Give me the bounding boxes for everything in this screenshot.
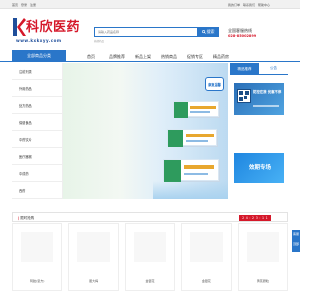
product-image	[133, 232, 167, 262]
product-image	[21, 232, 54, 262]
sidebar-item[interactable]: 保健食品	[12, 114, 62, 131]
float-back-to-top[interactable]: 顶部	[292, 242, 300, 246]
product-card[interactable]: 金银花	[124, 223, 176, 291]
search-input[interactable]	[95, 28, 197, 36]
hotline-number: 028-85002899	[228, 34, 257, 38]
promo-ad-2[interactable]: 效期专场	[234, 153, 284, 183]
product-image	[246, 232, 280, 262]
top-link-register[interactable]: 注册	[30, 3, 36, 7]
countdown-timer: 2 4 : 2 3 : 1 1	[239, 214, 271, 221]
product-card[interactable]: 金银花	[181, 223, 232, 291]
right-panel-tabs: 精品推荐 公告	[230, 63, 288, 75]
sidebar-item[interactable]: 外用药品	[12, 80, 62, 97]
nav-item-home[interactable]: 首页	[78, 54, 104, 60]
nav-item-pharmacy[interactable]: 精品药房	[208, 54, 234, 60]
sidebar-item[interactable]: 中成药	[12, 165, 62, 182]
nav-items: 首页 品牌推荐 新品上架 热销商品 促销专区 精品药房	[78, 54, 234, 60]
sidebar-item[interactable]: 医疗器械	[12, 148, 62, 165]
nav-item-brand[interactable]: 品牌推荐	[104, 54, 130, 60]
top-link-orders[interactable]: 我的订单	[228, 3, 240, 7]
product-box-image	[167, 129, 217, 147]
sidebar-item[interactable]: 中药饮片	[12, 131, 62, 148]
sidebar-item[interactable]: 处方药品	[12, 97, 62, 114]
search-button-label: 搜索	[206, 29, 215, 34]
nav-item-promo[interactable]: 促销专区	[182, 54, 208, 60]
main-nav: 全部商品分类 首页 品牌推荐 新品上架 热销商品 促销专区 精品药房	[0, 50, 300, 62]
sidebar-item[interactable]: 注射剂类	[12, 63, 62, 80]
product-card[interactable]: 胆大梅	[68, 223, 119, 291]
top-bar: 首页 登录 注册 我的订单 联系我们 帮助中心	[0, 0, 300, 9]
top-link-home[interactable]: 首页	[12, 3, 18, 7]
product-name: 黄芪颗粒	[256, 279, 269, 283]
product-name: 金银花	[145, 279, 155, 283]
product-card[interactable]: 黄芪颗粒	[237, 223, 289, 291]
banner-badge-text: 康复温馨	[208, 82, 221, 87]
top-link-help[interactable]: 帮助中心	[258, 3, 270, 7]
category-sidebar: 注射剂类 外用药品 处方药品 保健食品 中药饮片 医疗器械 中成药 西药	[12, 63, 63, 199]
promo-ad-1-text: 防控在我 优惠不停	[253, 90, 282, 94]
product-box-image	[163, 159, 219, 182]
product-name: 阿胶(复方)	[30, 279, 45, 283]
category-label: 全部商品分类	[27, 53, 51, 58]
top-link-contact[interactable]: 联系我们	[243, 3, 255, 7]
top-link-login[interactable]: 登录	[21, 3, 27, 7]
right-panel: 精品推荐 公告 防控在我 优惠不停 效期专场	[230, 63, 288, 199]
logo-url: www.kxkxyy.com	[16, 38, 62, 43]
logo-mark-icon	[13, 18, 26, 36]
top-links: 首页 登录 注册	[12, 3, 36, 7]
sidebar-item[interactable]: 西药	[12, 182, 62, 199]
product-name: 金银花	[201, 279, 211, 283]
tab-recommend[interactable]: 精品推荐	[230, 63, 259, 75]
flash-sale-title-text: 限时抢购	[20, 216, 35, 220]
nav-item-hot[interactable]: 热销商品	[156, 54, 182, 60]
search-icon	[201, 30, 206, 34]
promo-ad-2-text: 效期专场	[248, 165, 271, 171]
product-box-image	[173, 101, 219, 118]
search-button[interactable]: 搜索	[197, 27, 219, 37]
product-list: 阿胶(复方) 胆大梅 金银花 金银花 黄芪颗粒	[12, 223, 289, 291]
banner-wave-decoration	[153, 181, 228, 199]
tab-notice[interactable]: 公告	[259, 63, 288, 75]
hotline: 全国客服热线 028-85002899	[228, 28, 256, 38]
product-image	[77, 232, 110, 262]
search-box	[94, 27, 198, 37]
logo-name: 科欣医药	[26, 20, 81, 35]
hot-search-label[interactable]: 热搜药品	[94, 39, 104, 43]
flash-sale-title: |限时抢购	[18, 216, 34, 221]
floating-bar: 客服 顶部	[292, 230, 300, 252]
tab-recommend-label: 精品推荐	[237, 66, 252, 71]
site-logo[interactable]: 科欣医药 www.kxkxyy.com	[12, 16, 84, 44]
product-name: 胆大梅	[89, 279, 99, 283]
flash-sale-header: |限时抢购 2 4 : 2 3 : 1 1	[12, 212, 288, 222]
top-right-links: 我的订单 联系我们 帮助中心	[228, 3, 270, 7]
qr-code-icon	[237, 89, 251, 103]
tab-notice-label: 公告	[270, 66, 277, 70]
float-customer-service[interactable]: 客服	[292, 232, 300, 236]
nav-item-new[interactable]: 新品上架	[130, 54, 156, 60]
product-image	[190, 232, 223, 262]
hero-banner[interactable]: 康复温馨	[63, 63, 228, 199]
banner-badge: 康复温馨	[205, 77, 224, 91]
product-card[interactable]: 阿胶(复方)	[12, 223, 63, 291]
promo-ad-1[interactable]: 防控在我 优惠不停	[234, 83, 284, 115]
category-menu-button[interactable]: 全部商品分类	[12, 50, 66, 62]
